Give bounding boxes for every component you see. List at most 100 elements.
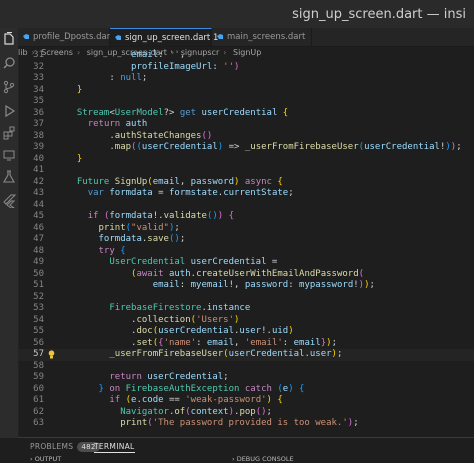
code-token: ;: [331, 337, 337, 348]
code-line[interactable]: 32 profileImageUrl: ''): [18, 62, 474, 74]
line-number: 44: [33, 199, 44, 210]
tab-sign-up-screen[interactable]: sign_up_screen.dart 1: [110, 28, 218, 46]
code-token: ;: [336, 349, 343, 359]
code-line[interactable]: 38 .authStateChanges(): [18, 131, 474, 143]
code-token: print: [120, 418, 148, 428]
code-line[interactable]: 36 Stream<UserModel?> get userCredential…: [18, 108, 474, 120]
code-line[interactable]: 47 formdata.save();: [18, 234, 474, 246]
code-token: .: [66, 337, 137, 348]
code-text: UserCredential userCredential =: [66, 257, 277, 267]
line-number: 37: [33, 119, 44, 129]
line-number: 35: [33, 96, 44, 106]
explorer-icon[interactable]: [2, 32, 16, 46]
code-text: (await auth.createUserWithEmailAndPasswo…: [66, 269, 364, 279]
code-token: instance: [206, 303, 251, 313]
code-text: .authStateChanges(): [66, 131, 212, 141]
code-line[interactable]: 57 _userFromFirebaseUser(userCredential.…: [18, 349, 474, 361]
code-text: FirebaseFirestore.instance: [66, 303, 250, 313]
run-debug-icon[interactable]: [2, 104, 16, 118]
line-number: 62: [33, 406, 44, 417]
extensions-icon[interactable]: [2, 126, 16, 140]
line-number: 32: [33, 61, 44, 72]
code-line[interactable]: 43 var formdata = formstate.currentState…: [18, 188, 474, 200]
code-line[interactable]: 54 .collection('Users'): [18, 315, 474, 327]
code-line[interactable]: 56 .set({'name': email, 'email': email})…: [18, 338, 474, 350]
code-text: .map((userCredential) => _userFromFireba…: [66, 142, 461, 152]
code-line[interactable]: 49 UserCredential userCredential =: [18, 257, 474, 269]
code-token: =: [266, 257, 278, 267]
code-line[interactable]: 40 }: [18, 154, 474, 166]
remote-icon[interactable]: [2, 148, 16, 162]
code-line[interactable]: 51 email: myemail!, password: mypassword…: [18, 280, 474, 292]
code-line[interactable]: 62 Navigator.of(context).pop();: [18, 407, 474, 419]
code-line[interactable]: 42 Future SignUp(email, password) async …: [18, 177, 474, 189]
search-icon[interactable]: [2, 56, 16, 70]
code-line[interactable]: 53 FirebaseFirestore.instance: [18, 303, 474, 315]
source-control-icon[interactable]: [2, 80, 16, 94]
code-line[interactable]: 60 } on FirebaseAuthException catch (e) …: [18, 384, 474, 396]
line-number: 49: [33, 257, 44, 267]
code-text: }: [66, 154, 82, 164]
code-text: Stream<UserModel?> get userCredential {: [66, 108, 288, 118]
code-line[interactable]: 58: [18, 361, 474, 373]
line-number: 42: [33, 176, 44, 187]
code-line[interactable]: 55 .doc(userCredential.user!.uid): [18, 326, 474, 338]
code-token: UserModel: [114, 107, 164, 118]
code-line[interactable]: 48 try {: [18, 246, 474, 258]
code-line[interactable]: 37 return auth: [18, 119, 474, 131]
code-text: email: myemail!, password: mypassword!))…: [66, 280, 375, 290]
code-token: Future: [76, 176, 110, 187]
line-number: 48: [33, 245, 44, 256]
code-token: {: [277, 176, 283, 187]
tab-main-screens[interactable]: main_screens.dart: [212, 28, 312, 46]
tab-terminal[interactable]: TERMINAL: [94, 442, 135, 453]
code-line[interactable]: 50 (await auth.createUserWithEmailAndPas…: [18, 269, 474, 281]
code-line[interactable]: 41: [18, 165, 474, 177]
code-editor[interactable]: 31 email: '', 32 profileImageUrl: '') 33 :…: [18, 48, 474, 436]
code-token: ==: [163, 395, 186, 405]
code-token: ): [288, 326, 294, 336]
code-text: : null;: [66, 73, 147, 83]
tab-profile-dposts[interactable]: profile_Dposts.dart: [18, 28, 114, 46]
line-number: 53: [33, 303, 44, 313]
code-line[interactable]: 31 email: '',: [18, 50, 474, 62]
code-token: ;: [288, 188, 294, 198]
subpanel-debug-console[interactable]: › DEBUG CONSOLE: [232, 455, 294, 463]
line-number: 58: [33, 360, 44, 371]
code-line[interactable]: 33 : null;: [18, 73, 474, 85]
code-line[interactable]: 46 print("valid");: [18, 223, 474, 235]
code-token: null: [120, 73, 142, 83]
window-title: sign_up_screen.dart — insi: [292, 7, 466, 22]
code-line[interactable]: 34 }: [18, 85, 474, 97]
code-line[interactable]: 59 return userCredential;: [18, 372, 474, 384]
code-token: =>: [223, 142, 245, 152]
line-number: 60: [33, 383, 44, 394]
code-line[interactable]: 45 if (formdata!.validate()) {: [18, 211, 474, 223]
code-line[interactable]: 61 if (e.code == 'weak-password') {: [18, 395, 474, 407]
subpanel-output[interactable]: › OUTPUT: [30, 455, 61, 463]
line-number: 52: [33, 291, 44, 302]
line-number: 31: [33, 50, 44, 60]
code-line[interactable]: 63 print('The password provided is too w…: [18, 418, 474, 430]
code-token: 'weak-password': [185, 395, 267, 405]
code-token: auth: [168, 268, 191, 279]
code-line[interactable]: 44: [18, 200, 474, 212]
code-token: await: [136, 268, 164, 279]
code-token: var: [87, 188, 104, 198]
code-text: print('The password provided is too weak…: [66, 418, 358, 428]
code-line[interactable]: 35: [18, 96, 474, 108]
code-line[interactable]: 52: [18, 292, 474, 304]
flutter-icon[interactable]: [2, 194, 16, 208]
code-token: ): [234, 314, 240, 325]
lightbulb-icon[interactable]: [48, 350, 55, 359]
line-number: 33: [33, 73, 44, 83]
code-line[interactable]: 39 .map((userCredential) => _userFromFir…: [18, 142, 474, 154]
tab-problems[interactable]: PROBLEMS 482: [30, 442, 100, 452]
testing-icon[interactable]: [2, 170, 16, 184]
